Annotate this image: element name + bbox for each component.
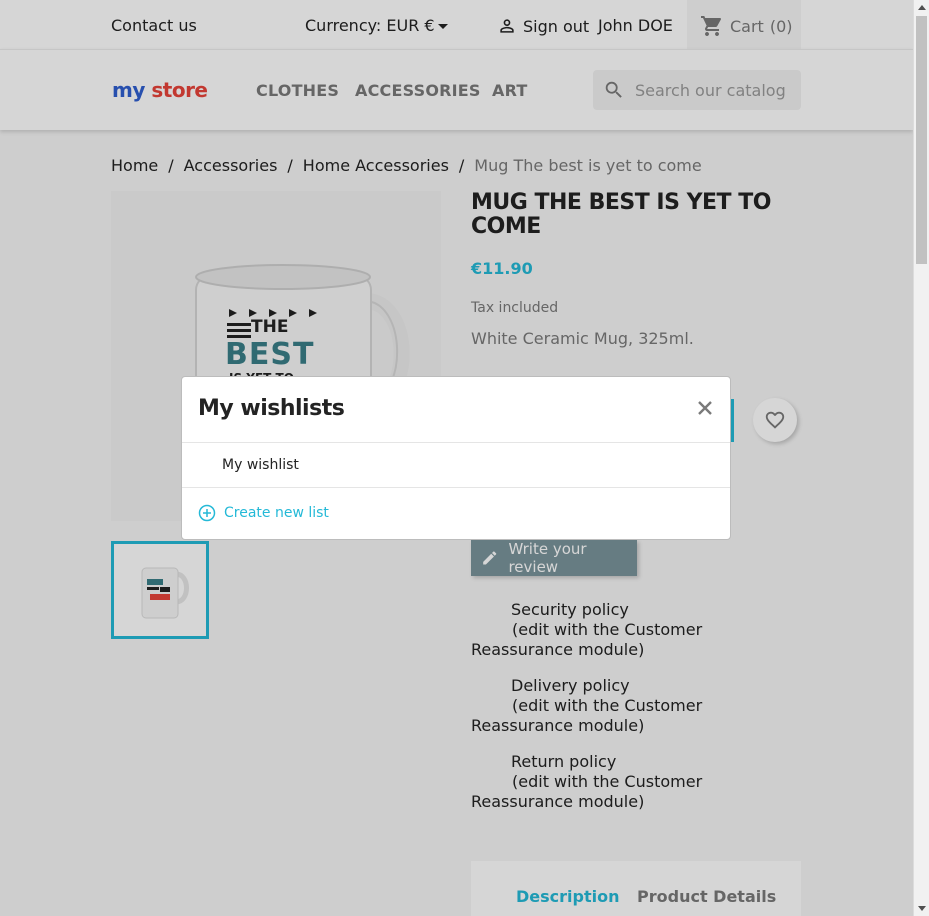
- page-background: Contact us Currency: EUR € Sign out John…: [0, 0, 913, 916]
- create-new-list-button[interactable]: Create new list: [198, 504, 329, 522]
- close-icon: [698, 401, 712, 415]
- scrollbar-thumb[interactable]: [916, 16, 927, 264]
- modal-header: My wishlists: [182, 377, 730, 443]
- wishlist-name: My wishlist: [222, 457, 299, 473]
- close-button[interactable]: [694, 397, 716, 419]
- wishlist-list-item[interactable]: My wishlist: [182, 443, 730, 488]
- create-new-list-label: Create new list: [224, 505, 329, 521]
- scroll-down-arrow-icon[interactable]: [918, 906, 926, 911]
- scroll-up-arrow-icon[interactable]: [918, 5, 926, 10]
- add-circle-icon: [198, 504, 216, 522]
- wishlist-modal: My wishlists My wishlist Create new list: [181, 376, 731, 540]
- modal-title: My wishlists: [198, 396, 345, 421]
- vertical-scrollbar[interactable]: [913, 0, 929, 916]
